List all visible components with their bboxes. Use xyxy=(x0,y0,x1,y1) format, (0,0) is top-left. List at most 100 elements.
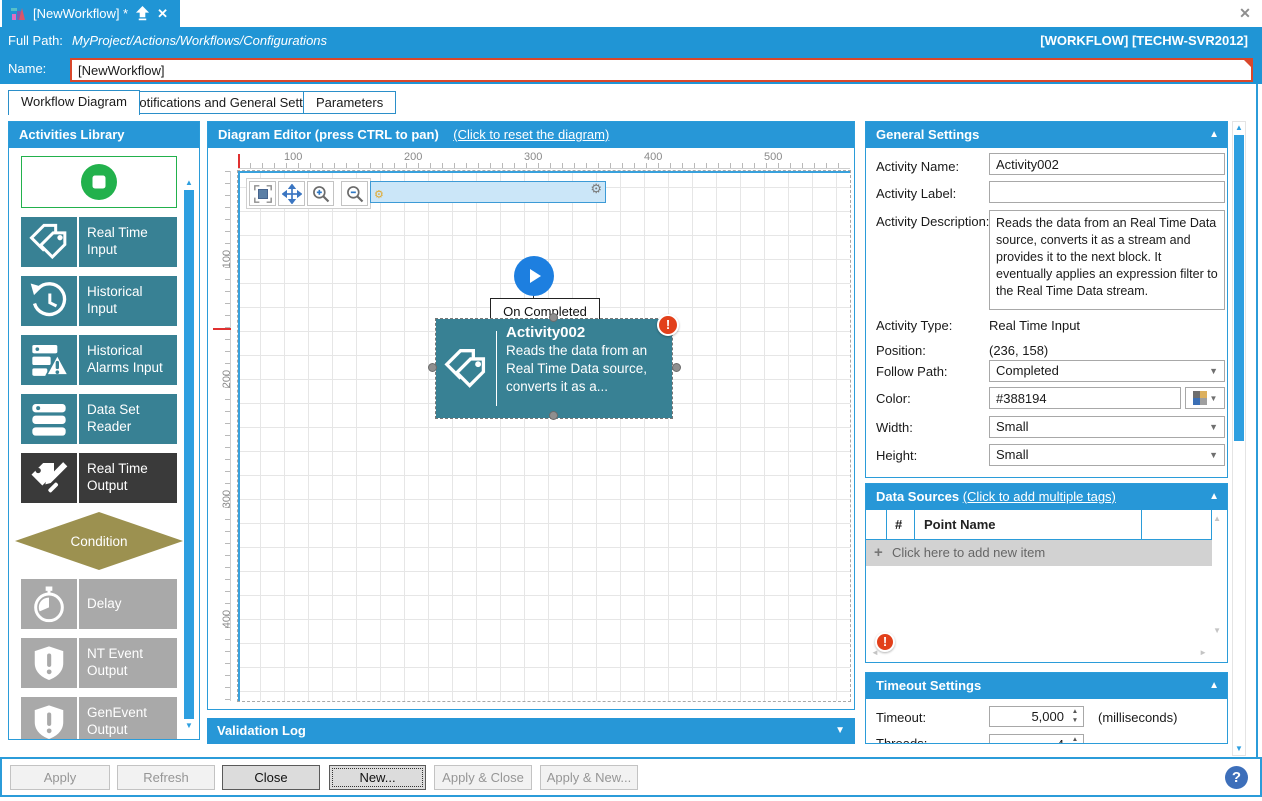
workflow-doc-icon xyxy=(10,6,26,22)
activities-library-body: Real Time Input Historical Input xyxy=(9,148,199,739)
add-new-item-row[interactable]: + Click here to add new item xyxy=(866,540,1212,566)
expand-icon[interactable]: ▼ xyxy=(835,718,845,744)
scroll-left-icon[interactable]: ◄ xyxy=(871,648,879,657)
library-item-real-time-input[interactable]: Real Time Input xyxy=(21,217,177,267)
vertical-ruler: 100 200 300 400 xyxy=(213,171,231,701)
refresh-button[interactable]: Refresh xyxy=(117,765,215,790)
artboard-tool-button[interactable] xyxy=(249,181,276,206)
library-scrollbar-thumb[interactable] xyxy=(184,190,194,719)
ruler-tick-label: 400 xyxy=(221,604,233,634)
width-label: Width: xyxy=(876,420,913,435)
full-path-bar: Full Path: MyProject/Actions/Workflows/C… xyxy=(0,27,1262,55)
new-button[interactable]: New... xyxy=(329,765,426,790)
library-item-label: Historical Input xyxy=(79,276,177,326)
collapse-icon[interactable]: ▲ xyxy=(1209,122,1219,148)
right-scrollbar-thumb[interactable] xyxy=(1234,135,1244,441)
name-input[interactable] xyxy=(70,58,1253,82)
canvas-border-left xyxy=(238,171,240,701)
library-item-nt-event-output[interactable]: NT Event Output xyxy=(21,638,177,688)
ruler-tick-label: 200 xyxy=(221,364,233,394)
help-button[interactable]: ? xyxy=(1225,766,1248,789)
activity-description-input[interactable]: Reads the data from an Real Time Data so… xyxy=(989,210,1225,310)
scroll-right-icon[interactable]: ► xyxy=(1199,648,1207,657)
workflow-start-node[interactable] xyxy=(514,256,554,296)
plus-icon: + xyxy=(874,540,883,566)
pan-tool-button[interactable] xyxy=(278,181,305,206)
full-path-label: Full Path: xyxy=(8,27,63,55)
library-item-genevent-output[interactable]: GenEvent Output xyxy=(21,697,177,739)
width-value: Small xyxy=(996,419,1029,434)
ruler-tick-label: 500 xyxy=(764,151,782,163)
scroll-down-icon[interactable]: ▼ xyxy=(1213,626,1221,635)
threads-input[interactable] xyxy=(990,735,1066,744)
follow-path-label: Follow Path: xyxy=(876,364,948,379)
scroll-up-icon[interactable]: ▲ xyxy=(1233,123,1245,133)
activity-handle-left[interactable] xyxy=(428,363,437,372)
collapse-icon[interactable]: ▲ xyxy=(1209,484,1219,510)
activity-label-label: Activity Label: xyxy=(876,186,956,201)
library-item-historical-alarms-input[interactable]: Historical Alarms Input xyxy=(21,335,177,385)
reset-diagram-link[interactable]: (Click to reset the diagram) xyxy=(453,127,609,142)
color-picker-button[interactable]: ▼ xyxy=(1185,387,1225,409)
add-multiple-tags-link[interactable]: (Click to add multiple tags) xyxy=(963,489,1116,504)
threads-stepper[interactable]: ▲▼ xyxy=(989,734,1084,744)
width-select[interactable]: Small ▼ xyxy=(989,416,1225,438)
tags-icon xyxy=(444,347,488,391)
activity-node[interactable]: Activity002 Reads the data from an Real … xyxy=(436,319,672,418)
zoom-in-button[interactable] xyxy=(307,181,334,206)
activity-handle-top[interactable] xyxy=(549,313,558,322)
promote-up-icon[interactable] xyxy=(135,6,150,21)
tab-workflow-diagram[interactable]: Workflow Diagram xyxy=(8,90,140,115)
full-path-value: MyProject/Actions/Workflows/Configuratio… xyxy=(72,27,327,55)
diagram-canvas[interactable]: ab ⚙ ⚙ xyxy=(238,171,850,701)
library-item-historical-input[interactable]: Historical Input xyxy=(21,276,177,326)
window-close-icon[interactable]: ✕ xyxy=(1236,4,1254,22)
chevron-down-icon: ▼ xyxy=(1210,394,1218,403)
ruler-position-marker xyxy=(238,154,240,168)
validation-log-bar[interactable]: Validation Log ▼ xyxy=(207,718,855,744)
zoom-out-button[interactable] xyxy=(341,181,368,206)
scroll-down-icon[interactable]: ▼ xyxy=(183,721,195,731)
settings-tool-button[interactable]: ⚙ ⚙ xyxy=(370,181,606,203)
height-select[interactable]: Small ▼ xyxy=(989,444,1225,466)
library-item-label: Historical Alarms Input xyxy=(79,335,177,385)
right-panel-scrollbar[interactable]: ▲ ▼ xyxy=(1232,121,1246,756)
library-scrollbar[interactable]: ▲ ▼ xyxy=(183,178,195,731)
activity-name-input[interactable] xyxy=(989,153,1225,175)
activity-handle-bottom[interactable] xyxy=(549,411,558,420)
apply-button[interactable]: Apply xyxy=(10,765,110,790)
timeout-unit-label: (milliseconds) xyxy=(1098,710,1177,725)
timeout-stepper[interactable]: ▲▼ xyxy=(989,706,1084,727)
follow-path-select[interactable]: Completed ▼ xyxy=(989,360,1225,382)
timeout-settings-panel: Timeout Settings ▲ Timeout: ▲▼ (millisec… xyxy=(865,672,1228,744)
content-right-border xyxy=(1256,84,1258,757)
general-settings-header: General Settings ▲ xyxy=(866,122,1227,148)
collapse-icon[interactable]: ▲ xyxy=(1209,673,1219,699)
historical-alarms-icon xyxy=(29,340,69,380)
library-item-delay[interactable]: Delay xyxy=(21,579,177,629)
activity-label-input[interactable] xyxy=(989,181,1225,203)
close-button[interactable]: Close xyxy=(222,765,320,790)
workflow-editor-window: ✕ [NewWorkflow] * ✕ Full Path: MyProject… xyxy=(0,0,1262,801)
spinner-arrows-icon[interactable]: ▲▼ xyxy=(1068,707,1082,726)
position-label: Position: xyxy=(876,343,926,358)
general-settings-panel: General Settings ▲ Activity Name: Activi… xyxy=(865,121,1228,478)
scroll-down-icon[interactable]: ▼ xyxy=(1233,744,1245,754)
data-sources-table-header xyxy=(866,510,1212,540)
scroll-up-icon[interactable]: ▲ xyxy=(183,178,195,188)
library-item-stop[interactable] xyxy=(21,156,177,208)
scroll-up-icon[interactable]: ▲ xyxy=(1213,514,1221,523)
library-item-real-time-output[interactable]: Real Time Output xyxy=(21,453,177,503)
timeout-input[interactable] xyxy=(990,707,1066,726)
spinner-arrows-icon[interactable]: ▲▼ xyxy=(1068,735,1082,744)
stopwatch-icon xyxy=(29,584,69,624)
library-item-condition[interactable]: Condition xyxy=(21,512,177,570)
activity-handle-right[interactable] xyxy=(672,363,681,372)
apply-and-close-button[interactable]: Apply & Close xyxy=(434,765,532,790)
color-input[interactable] xyxy=(989,387,1181,409)
document-tab-close-icon[interactable]: ✕ xyxy=(157,6,168,22)
apply-and-new-button[interactable]: Apply & New... xyxy=(540,765,638,790)
tab-parameters[interactable]: Parameters xyxy=(303,91,396,114)
document-tab[interactable]: [NewWorkflow] * ✕ xyxy=(2,0,180,27)
library-item-data-set-reader[interactable]: Data Set Reader xyxy=(21,394,177,444)
